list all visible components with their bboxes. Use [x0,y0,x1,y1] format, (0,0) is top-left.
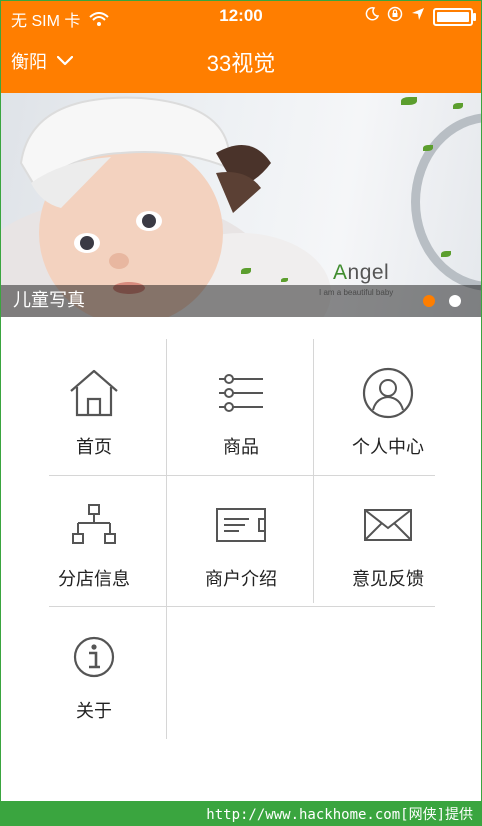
menu-grid: 首页 商品 个人中心 分店信息 商户介绍 意见反馈 关于 [1,317,481,801]
carousel-dot[interactable] [423,295,435,307]
banner-carousel[interactable]: Angel I am a beautiful baby 儿童写真 [1,93,481,317]
menu-item-products[interactable]: 商品 [168,345,314,475]
menu-item-label: 个人中心 [352,437,424,457]
info-icon [66,631,122,683]
status-right [365,6,476,27]
page-title: 33视觉 [206,51,276,76]
leaf-decor [401,97,417,105]
carousel-indicator [423,295,461,307]
location-icon [411,7,425,26]
menu-item-profile[interactable]: 个人中心 [315,345,461,475]
menu-item-home[interactable]: 首页 [21,345,167,475]
banner-brand: Angel [333,261,390,284]
banner-photo [1,96,331,317]
watermark-text: http://www.hackhome.com[网侠]提供 [206,807,473,823]
carousel-dot[interactable] [449,295,461,307]
menu-item-feedback[interactable]: 意见反馈 [315,477,461,607]
menu-item-about[interactable]: 关于 [21,609,167,739]
battery-icon [433,7,476,26]
leaf-decor [441,251,451,257]
menu-item-label: 商户介绍 [205,569,277,589]
mail-icon [360,499,416,551]
menu-item-merchant-intro[interactable]: 商户介绍 [168,477,314,607]
list-icon [213,367,269,419]
moon-icon [365,7,380,26]
grid-divider [49,475,435,476]
banner-caption: 儿童写真 [13,290,85,310]
branch-icon [66,499,122,551]
menu-item-label: 关于 [76,701,112,721]
menu-item-branches[interactable]: 分店信息 [21,477,167,607]
home-icon [66,367,122,419]
rotation-lock-icon [387,6,403,27]
menu-item-label: 商品 [223,437,259,457]
menu-item-label: 分店信息 [58,569,130,589]
status-bar: 无 SIM 卡 12:00 [1,1,481,33]
user-icon [360,367,416,419]
menu-item-label: 意见反馈 [352,569,424,589]
watermark-footer: http://www.hackhome.com[网侠]提供 [1,801,481,825]
leaf-decor [423,145,433,151]
top-bar: 无 SIM 卡 12:00 衡阳 33视觉 [1,1,481,93]
app-screen: 无 SIM 卡 12:00 衡阳 33视觉 Angel I am a beaut… [0,0,482,826]
card-icon [213,499,269,551]
leaf-decor [281,278,288,282]
leaf-decor [453,103,463,109]
menu-item-label: 首页 [76,437,112,457]
nav-bar: 衡阳 33视觉 [1,33,481,93]
leaf-decor [241,268,251,274]
